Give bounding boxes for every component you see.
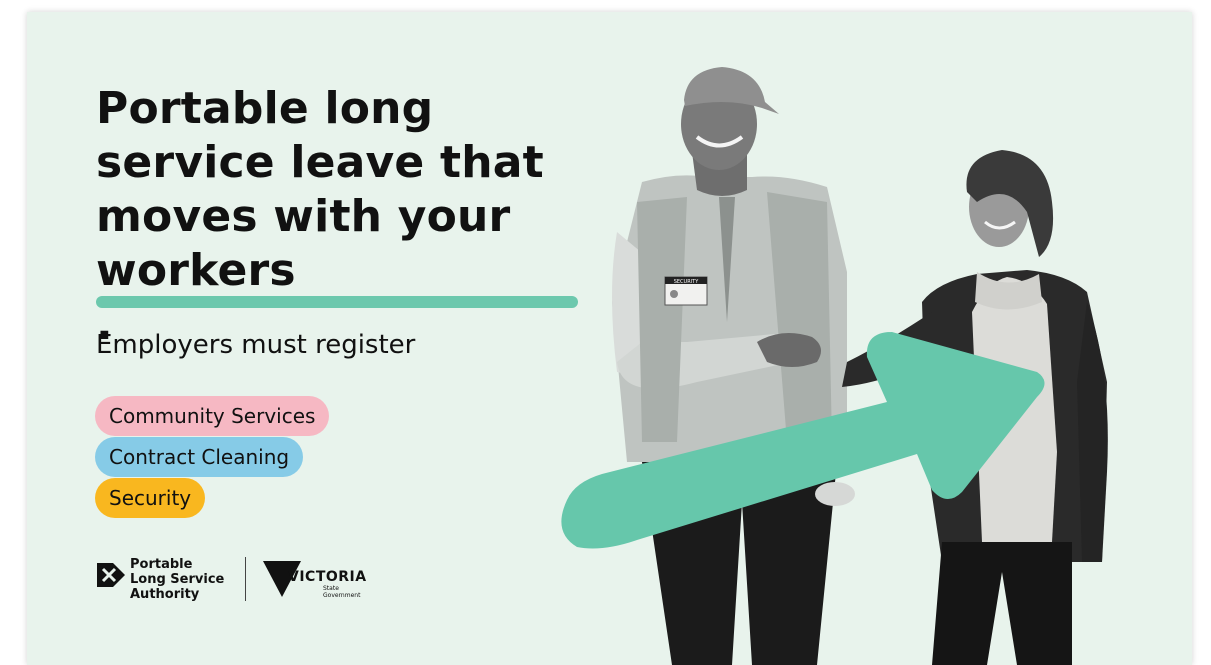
- man-figure: SECURITY: [612, 67, 847, 665]
- tag-contract-cleaning: Contract Cleaning: [95, 437, 304, 477]
- headline: Portable long service leave that moves w…: [96, 82, 578, 352]
- tag-security: Security: [95, 478, 206, 518]
- headline-line-2: service leave that: [96, 137, 544, 188]
- badge-label: SECURITY: [674, 279, 699, 285]
- plsa-logo-text: Portable Long Service Authority: [130, 557, 224, 602]
- industry-tags: Community Services Contract Cleaning Sec…: [95, 396, 330, 519]
- poster: Portable long service leave that moves w…: [27, 12, 1192, 665]
- headline-emphasis-word: workers: [96, 244, 578, 308]
- plsa-line-1: Portable: [130, 557, 193, 572]
- victoria-sub-line-1: State: [323, 585, 339, 592]
- plsa-line-2: Long Service: [130, 572, 225, 587]
- headline-line-3: moves with your: [96, 191, 511, 242]
- tag-community-services: Community Services: [95, 396, 330, 436]
- plsa-logo-icon: [97, 563, 125, 587]
- headline-line-1: Portable long: [96, 83, 434, 134]
- handshake-photo: SECURITY: [561, 67, 1108, 665]
- plsa-line-3: Authority: [130, 587, 200, 602]
- subhead: Employers must register: [96, 330, 416, 360]
- hand-holding-arrow: [815, 482, 855, 506]
- victoria-wordmark: VICTORIA: [288, 569, 367, 585]
- victoria-sub-line-2: Government: [323, 592, 361, 599]
- logo-divider: [245, 557, 246, 601]
- victoria-subtext: State Government: [323, 585, 360, 599]
